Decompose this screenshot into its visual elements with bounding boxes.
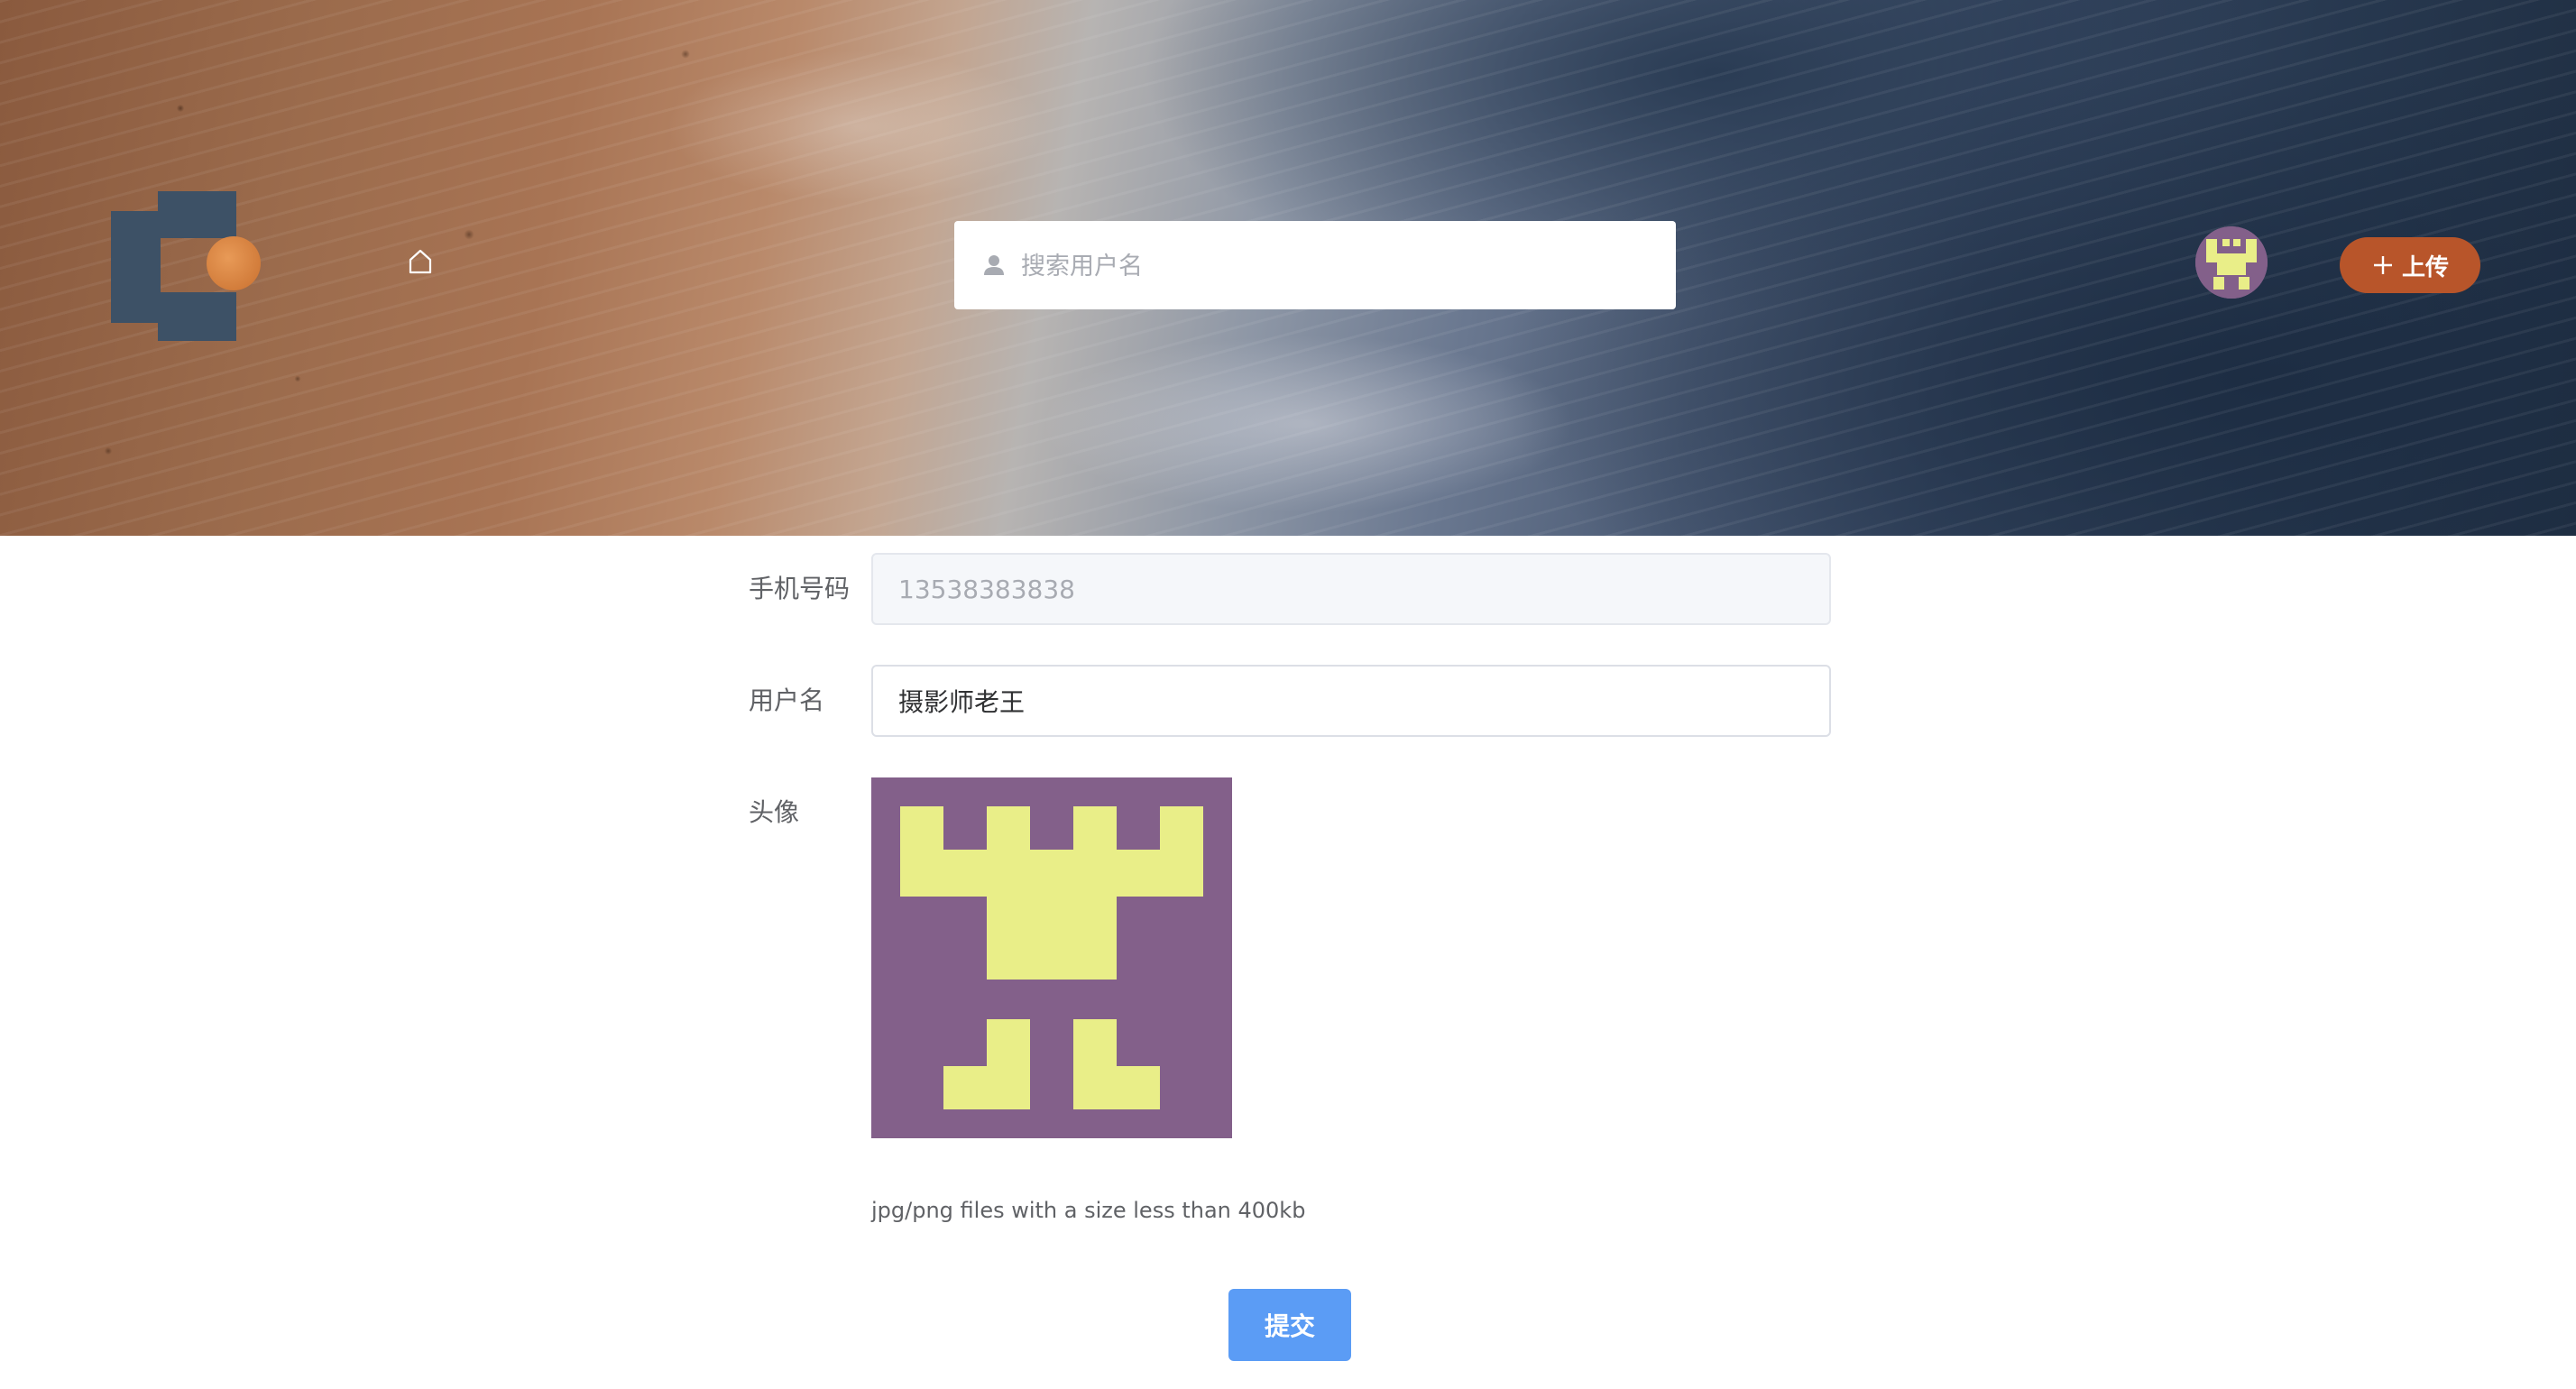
logo-dot — [207, 236, 261, 290]
logo-block-top — [158, 191, 236, 238]
username-field[interactable] — [871, 665, 1831, 737]
logo-block-left — [111, 211, 161, 323]
avatar[interactable] — [2195, 226, 2268, 299]
user-icon — [982, 253, 1006, 277]
home-icon[interactable] — [406, 247, 435, 276]
logo[interactable] — [111, 191, 264, 341]
upload-label: 上传 — [2401, 253, 2449, 281]
phone-label: 手机号码 — [749, 574, 851, 603]
logo-block-bottom — [158, 292, 236, 341]
upload-button[interactable]: 上传 — [2340, 237, 2480, 293]
search-box[interactable] — [954, 221, 1676, 311]
submit-button[interactable]: 提交 — [1228, 1289, 1351, 1361]
avatar-hint: jpg/png files with a size less than 400k… — [871, 1198, 1306, 1223]
avatar-label: 头像 — [749, 797, 800, 827]
phone-field[interactable] — [871, 553, 1831, 625]
avatar-preview-image — [871, 777, 1232, 1138]
avatar-upload[interactable] — [871, 777, 1232, 1138]
search-input[interactable] — [1019, 221, 1654, 311]
header-banner: 上传 — [0, 0, 2576, 536]
plus-icon — [2373, 256, 2392, 274]
username-label: 用户名 — [749, 685, 825, 715]
